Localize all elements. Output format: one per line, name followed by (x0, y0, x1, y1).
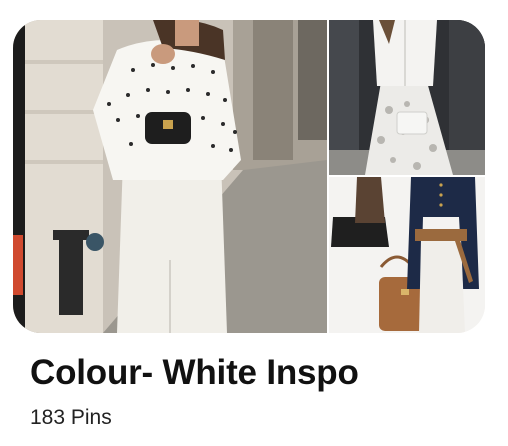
thumbnail-bottom-right (329, 177, 485, 333)
cover-photo (13, 20, 327, 333)
pin-count: 183 Pins (30, 406, 112, 429)
board-card[interactable]: Colour- White Inspo 183 Pins (0, 0, 508, 446)
board-cover-collage[interactable] (13, 20, 485, 333)
thumbnail-top-right (329, 20, 485, 175)
board-title[interactable]: Colour- White Inspo (30, 352, 359, 394)
